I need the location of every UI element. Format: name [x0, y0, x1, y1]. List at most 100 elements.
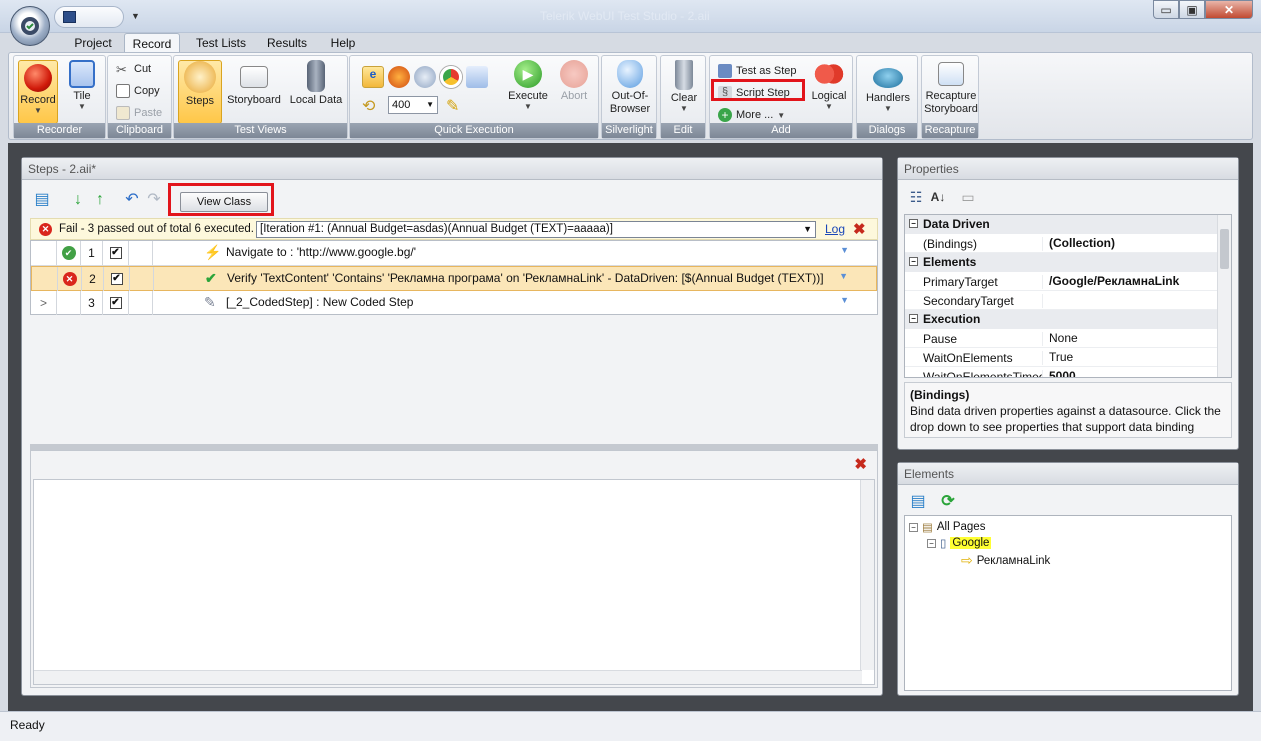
tab-results[interactable]: Results [262, 33, 312, 53]
enabled-checkbox[interactable]: ✔ [110, 273, 123, 285]
silverlight-browser-icon[interactable] [466, 66, 488, 88]
out-of-browser-label: Out-Of-Browser [609, 90, 651, 115]
iteration-select[interactable]: [Iteration #1: (Annual Budget=asdas)(Ann… [256, 221, 816, 238]
collapse-icon[interactable]: − [909, 219, 918, 228]
step-details-panel: ✖ [30, 450, 878, 688]
recapture-storyboard-button[interactable]: Recapture Storyboard [924, 60, 978, 116]
collapse-icon[interactable]: − [909, 314, 918, 323]
tab-record[interactable]: Record [124, 33, 180, 53]
chevron-down-icon: ▼ [825, 102, 833, 111]
enabled-checkbox[interactable]: ✔ [109, 247, 122, 259]
record-button[interactable]: Record ▼ [18, 60, 58, 124]
firefox-browser-icon[interactable] [388, 66, 410, 88]
collapse-icon[interactable]: − [909, 257, 918, 266]
quick-access-dropdown-icon[interactable]: ▼ [131, 11, 140, 21]
chevron-down-icon: ▼ [777, 110, 786, 120]
undo-icon[interactable]: ↶ [124, 192, 140, 208]
property-row[interactable]: WaitOnElements True [905, 348, 1219, 367]
quick-access-toolbar[interactable] [54, 6, 124, 28]
ribbon: Record ▼ Tile ▼ Recorder ✂ Cut Copy Paste C… [8, 52, 1253, 140]
property-pages-icon[interactable]: ▭ [960, 189, 976, 205]
save-icon[interactable] [63, 11, 76, 23]
collapse-icon[interactable]: − [909, 522, 918, 532]
horizontal-scrollbar[interactable] [34, 670, 862, 684]
execute-button[interactable]: ▶ Execute ▼ [506, 60, 550, 111]
test-views-group: Steps Storyboard Local Data Test Views [173, 55, 348, 139]
expand-arrow-icon[interactable]: > [31, 291, 57, 315]
property-row[interactable]: SecondaryTarget [905, 291, 1219, 310]
silverlight-icon [617, 60, 643, 88]
cut-button[interactable]: ✂ Cut [116, 62, 151, 77]
view-class-button[interactable]: View Class [180, 192, 268, 212]
tab-test-lists[interactable]: Test Lists [190, 33, 252, 53]
chevron-down-icon[interactable]: ▼ [840, 245, 849, 255]
test-as-step-button[interactable]: Test as Step [718, 64, 797, 78]
abort-button[interactable]: Abort [554, 60, 594, 102]
local-data-button[interactable]: Local Data [286, 60, 346, 106]
copy-button[interactable]: Copy [116, 84, 160, 98]
tile-button[interactable]: Tile ▼ [62, 60, 102, 111]
out-of-browser-button[interactable]: Out-Of-Browser [604, 60, 656, 116]
log-link[interactable]: Log [825, 222, 845, 236]
safari-browser-icon[interactable] [414, 66, 436, 88]
maximize-button[interactable]: ▣ [1179, 0, 1205, 19]
minimize-button[interactable]: ▭ [1153, 0, 1179, 19]
ie-browser-icon[interactable]: e [362, 66, 384, 88]
row-handle[interactable] [31, 241, 57, 265]
property-row[interactable]: Pause None [905, 329, 1219, 348]
handlers-button[interactable]: Handlers ▼ [860, 60, 916, 113]
category-elements[interactable]: − Elements [905, 253, 1219, 272]
tree-node-all-pages[interactable]: − ▤ All Pages [909, 520, 985, 534]
move-up-icon[interactable]: ↑ [92, 192, 108, 208]
chrome-browser-icon[interactable] [440, 66, 462, 88]
tree-node-element[interactable]: ⇨ РекламнаLink [961, 552, 1050, 569]
iteration-value: [Iteration #1: (Annual Budget=asdas)(Ann… [260, 223, 613, 235]
more-button[interactable]: + More ... ▼ [718, 108, 785, 122]
table-row[interactable]: ✔ 1 ✔ ⚡ Navigate to : 'http://www.google… [31, 241, 877, 266]
property-description: (Bindings) Bind data driven properties a… [904, 382, 1232, 438]
close-icon[interactable]: ✖ [854, 455, 867, 473]
tile-label: Tile [73, 90, 91, 102]
application-menu-button[interactable] [10, 6, 50, 46]
vertical-scrollbar[interactable] [1217, 215, 1231, 377]
logical-button[interactable]: Logical ▼ [808, 60, 850, 111]
redo-icon[interactable]: ↷ [146, 192, 162, 208]
property-row[interactable]: WaitOnElementsTimeout 5000 [905, 367, 1219, 377]
sort-alpha-icon[interactable]: A↓ [930, 189, 946, 205]
category-data-driven[interactable]: − Data Driven [905, 215, 1219, 234]
tree-node-label: Google [950, 537, 992, 549]
speed-select[interactable]: 400 ▼ [388, 96, 438, 114]
layers-icon[interactable]: ▤ [34, 192, 50, 208]
add-group-label: Add [710, 123, 852, 138]
layers-icon[interactable]: ▤ [910, 494, 926, 510]
chevron-down-icon[interactable]: ▼ [839, 271, 848, 281]
enabled-checkbox[interactable]: ✔ [109, 297, 122, 309]
vertical-scrollbar[interactable] [860, 480, 874, 670]
collapse-icon[interactable]: − [927, 538, 936, 548]
property-row[interactable]: (Bindings) (Collection) [905, 234, 1219, 253]
storyboard-button[interactable]: Storyboard [226, 60, 282, 106]
table-row[interactable]: ✕ 2 ✔ ✔ Verify 'TextContent' 'Contains' … [31, 266, 877, 291]
scrollbar-thumb[interactable] [1220, 229, 1229, 269]
refresh-icon[interactable]: ⟳ [940, 494, 956, 510]
table-row[interactable]: > 3 ✔ ✎ [_2_CodedStep] : New Coded Step … [31, 291, 877, 316]
tab-project[interactable]: Project [68, 33, 118, 53]
paste-label: Paste [134, 107, 163, 119]
category-execution[interactable]: − Execution [905, 310, 1219, 329]
tree-node-google[interactable]: − ▯ Google [927, 536, 992, 550]
step-number: 3 [81, 291, 103, 315]
categorized-icon[interactable]: ☷ [908, 189, 924, 205]
close-icon[interactable]: ✖ [853, 220, 866, 238]
chevron-down-icon[interactable]: ▼ [840, 295, 849, 305]
tab-help[interactable]: Help [322, 33, 364, 53]
move-down-icon[interactable]: ↓ [70, 192, 86, 208]
clear-button[interactable]: Clear ▼ [664, 60, 704, 113]
description-title: (Bindings) [910, 388, 970, 402]
row-handle[interactable] [32, 267, 58, 291]
script-step-button[interactable]: § Script Step [718, 86, 790, 100]
close-button[interactable]: ✕ [1205, 0, 1253, 19]
highlight-icon[interactable]: ✎ [446, 96, 459, 116]
property-row[interactable]: PrimaryTarget/Google/РекламнаLink [905, 272, 1219, 291]
paste-button[interactable]: Paste [116, 106, 162, 120]
steps-view-button[interactable]: Steps [178, 60, 222, 124]
